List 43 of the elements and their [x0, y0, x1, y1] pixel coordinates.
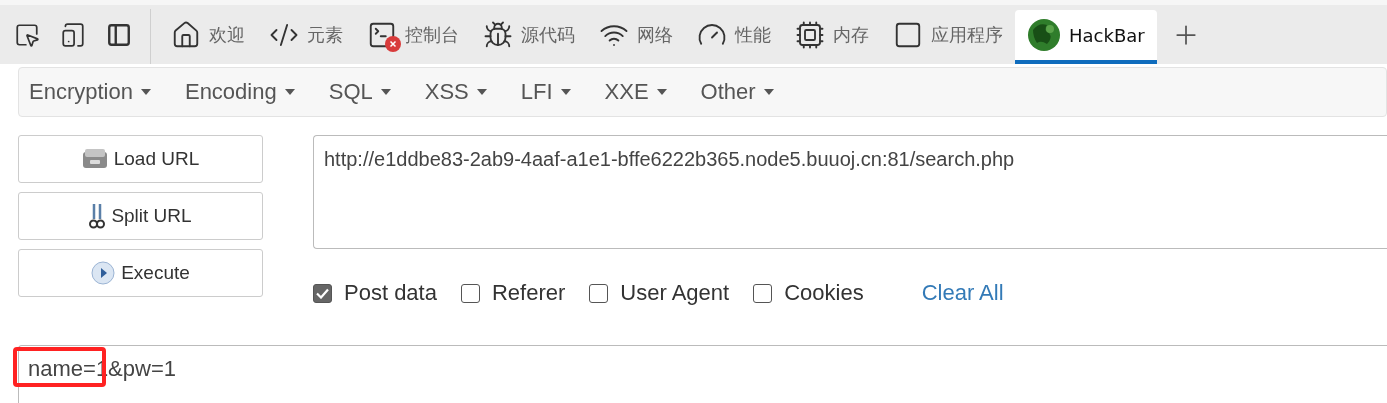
caret-icon: [140, 89, 151, 95]
scissors-icon: [89, 202, 106, 230]
caret-icon: [763, 89, 774, 95]
devtools-tab[interactable]: 欢迎: [159, 10, 257, 64]
menu-dropdown[interactable]: SQL: [328, 79, 391, 105]
devtools-tab[interactable]: 网络: [587, 10, 685, 64]
action-button[interactable]: Split URL: [18, 192, 263, 240]
drive-icon: [81, 148, 108, 170]
menu-dropdown[interactable]: Encoding: [184, 79, 295, 105]
option-checkbox[interactable]: Post data: [313, 280, 437, 306]
option-checkbox[interactable]: User Agent: [589, 280, 730, 306]
terminal-icon: [367, 20, 397, 50]
devtools-tab[interactable]: 性能: [685, 10, 783, 64]
devtools-tab[interactable]: 应用程序: [881, 10, 1015, 64]
caret-icon: [476, 89, 487, 95]
home-icon: [171, 20, 201, 50]
action-button[interactable]: Load URL: [18, 135, 263, 183]
devtools-tab[interactable]: HackBar: [1015, 10, 1157, 64]
devtools-tab[interactable]: 内存: [783, 10, 881, 64]
url-field[interactable]: http://e1ddbe83-2ab9-4aaf-a1e1-bffe6222b365.node5.buuoj.cn:81/search.php: [313, 135, 1387, 249]
menu-dropdown[interactable]: Encryption: [29, 79, 151, 105]
option-checkbox[interactable]: Referer: [460, 280, 566, 306]
action-button[interactable]: Execute: [18, 249, 263, 297]
devtools-tab[interactable]: 控制台: [355, 10, 471, 64]
option-checkbox[interactable]: Cookies: [753, 280, 864, 306]
play-icon: [91, 261, 116, 285]
checkmark-icon: [316, 287, 329, 299]
bug-icon: [483, 20, 513, 50]
window-icon: [893, 20, 923, 50]
globe-logo-icon: [1027, 18, 1061, 52]
caret-icon: [380, 89, 391, 95]
chip-icon: [795, 20, 825, 50]
error-badge-icon: [385, 36, 401, 52]
caret-icon: [284, 89, 295, 95]
menu-dropdown[interactable]: XXE: [604, 79, 667, 105]
menu-dropdown[interactable]: XSS: [424, 79, 487, 105]
caret-icon: [560, 89, 571, 95]
caret-icon: [656, 89, 667, 95]
devtools-tab[interactable]: 元素: [257, 10, 355, 64]
devtools-tab[interactable]: 源代码: [471, 10, 587, 64]
menu-dropdown[interactable]: LFI: [520, 79, 571, 105]
clear-all-link[interactable]: Clear All: [921, 280, 1004, 306]
menu-dropdown[interactable]: Other: [700, 79, 774, 105]
